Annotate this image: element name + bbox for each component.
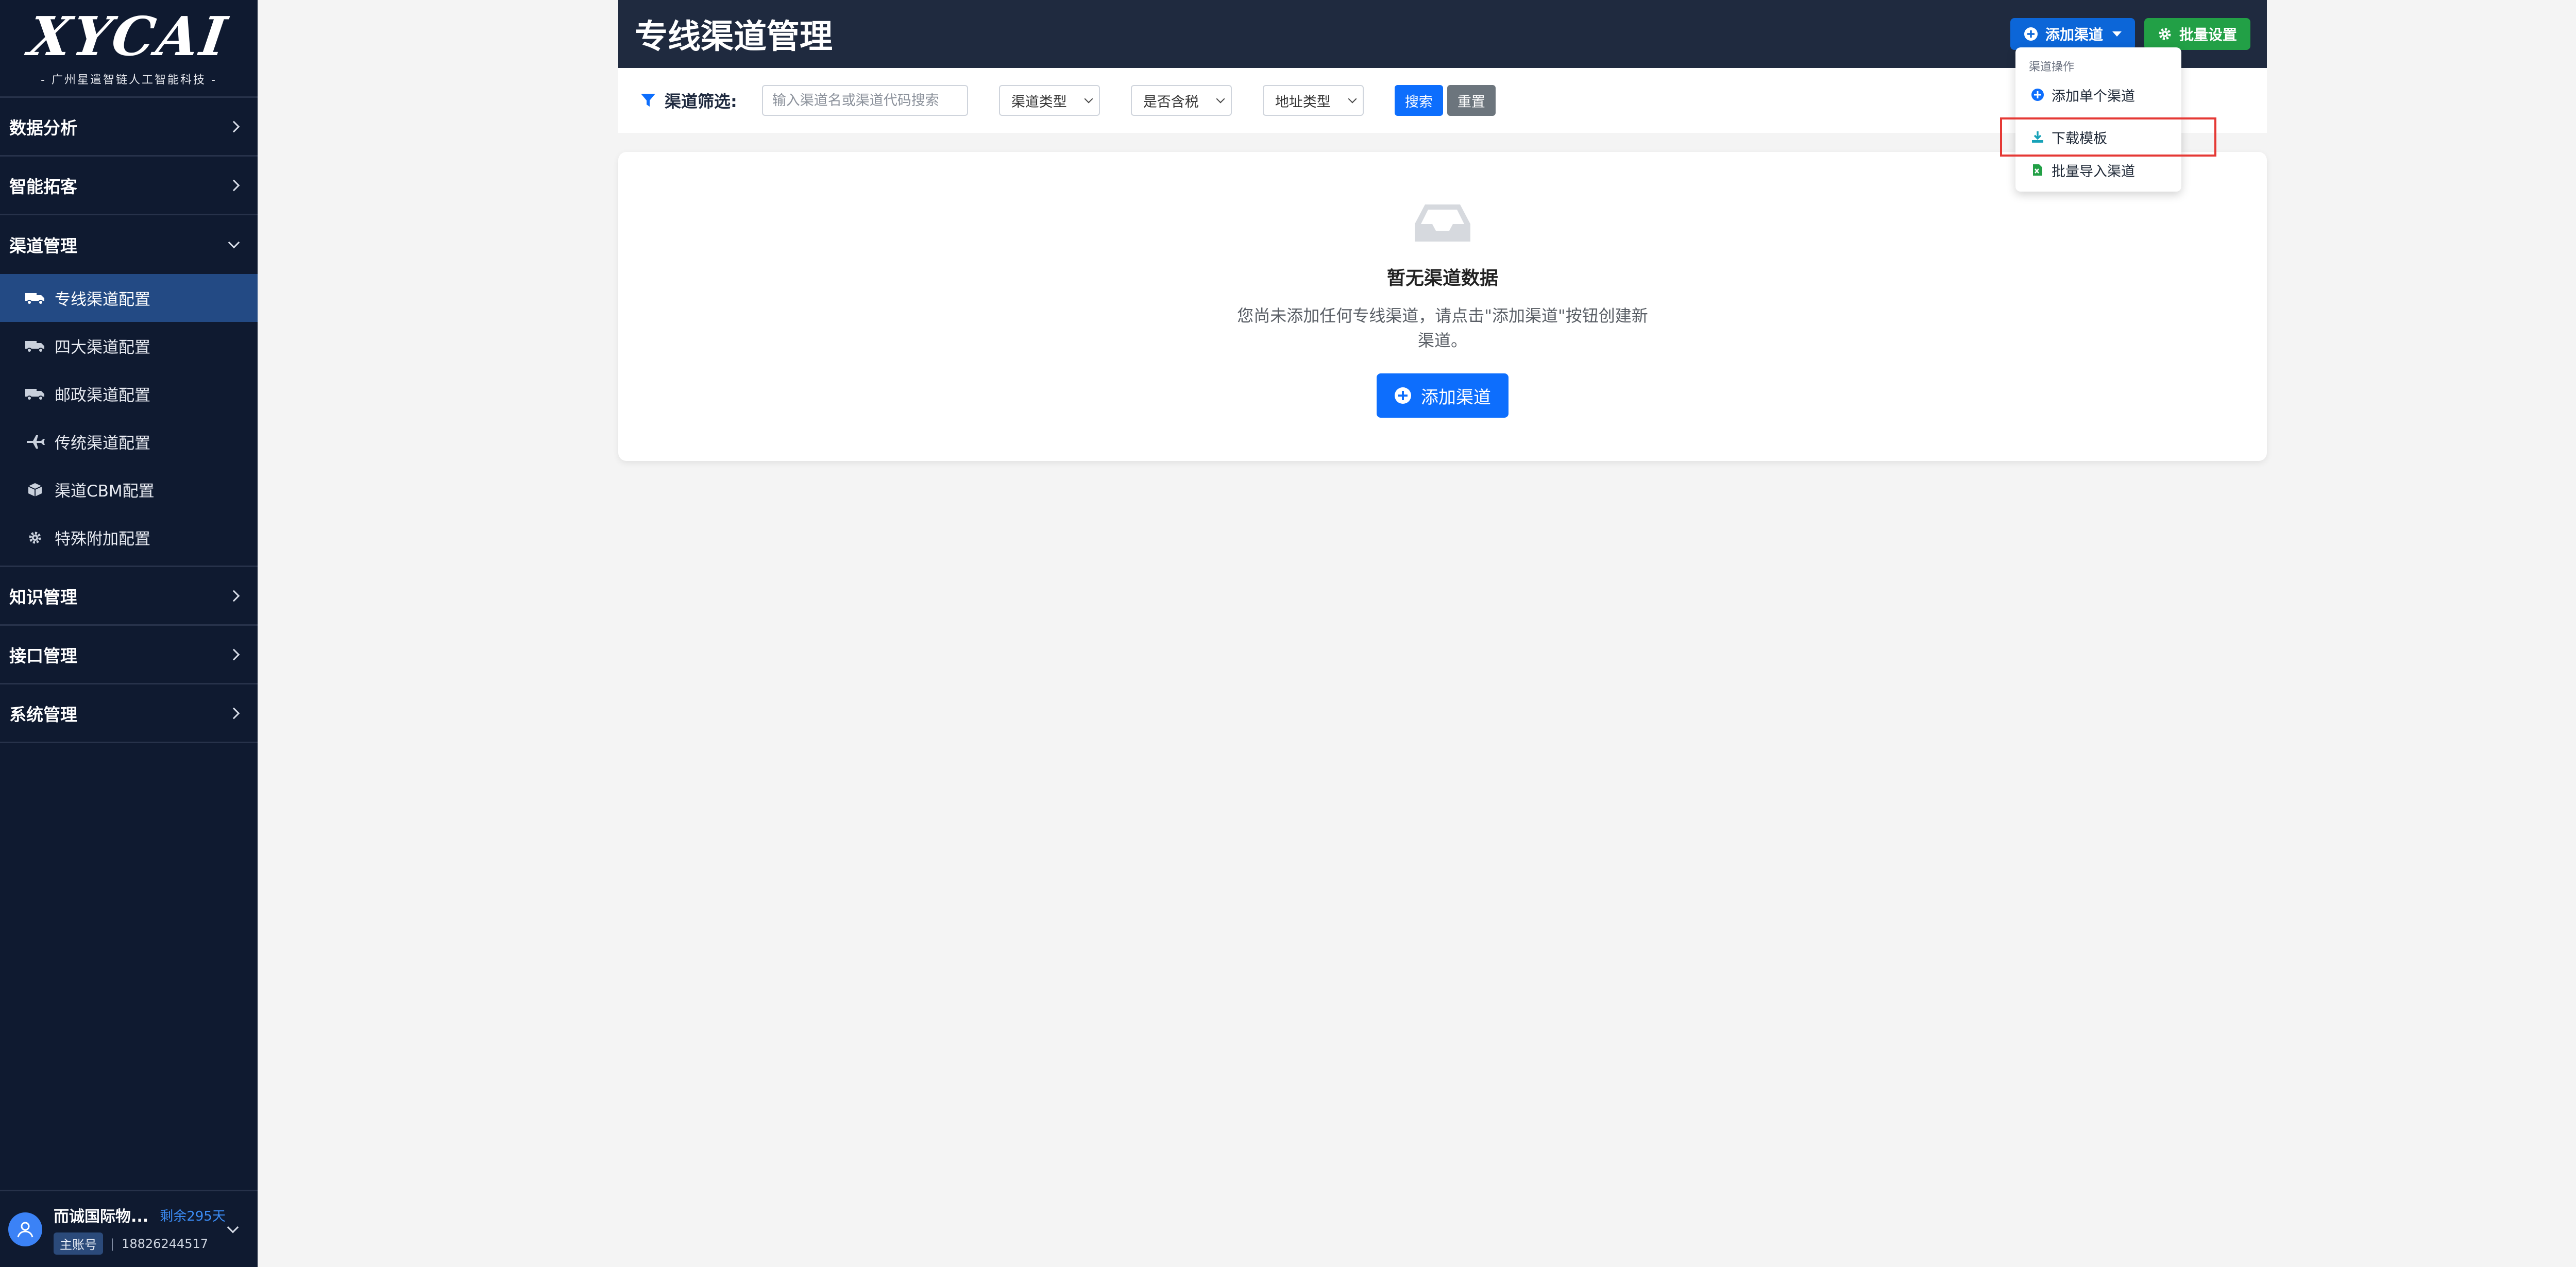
user-phone: 18826244517 [122,1236,209,1251]
nav-group-label: 数据分析 [9,117,77,138]
menu-item-download-template[interactable]: 下载模板 [2015,122,2181,152]
menu-item-label: 添加单个渠道 [2052,88,2135,105]
sidebar-item-label: 专线渠道配置 [55,290,150,309]
nav-group-smart-prospecting[interactable]: 智能拓客 [0,157,258,215]
nav-group-channel-management[interactable]: 渠道管理 [0,215,258,274]
logo-mark: XYCAI [25,4,233,68]
nav-group-label: 接口管理 [9,645,77,666]
download-icon [2032,131,2043,143]
chevron-down-icon [1216,94,1225,104]
sidebar-item-label: 特殊附加配置 [55,530,150,549]
nav-group-label: 智能拓客 [9,176,77,197]
add-channel-dropdown-button[interactable]: 添加渠道 [2010,18,2135,50]
channel-submenu: 专线渠道配置 四大渠道配置 邮政渠道配置 传统渠道配置 渠道CBM配置 特殊附加… [0,274,258,567]
gear-icon [2159,28,2171,40]
page-title: 专线渠道管理 [635,18,833,56]
menu-item-label: 下载模板 [2052,130,2107,147]
nav-group-api[interactable]: 接口管理 [0,626,258,684]
sidebar-item-dedicated-line[interactable]: 专线渠道配置 [0,274,258,322]
sidebar: XYCAI - 广州星遣智链人工智能科技 - 数据分析 智能拓客 渠道管理 专线… [0,0,258,1267]
user-name: 而诚国际物... [54,1208,149,1226]
user-icon [17,1222,33,1237]
chevron-down-icon [1348,94,1357,104]
address-type-select[interactable]: 地址类型 [1262,85,1364,116]
add-channel-button[interactable]: 添加渠道 [1377,373,1509,418]
cube-icon [28,483,42,496]
empty-state-title: 暂无渠道数据 [1386,268,1498,289]
select-value: 地址类型 [1275,94,1331,110]
chevron-down-icon[interactable] [227,1221,239,1233]
chevron-down-icon [228,236,240,249]
filter-label: 渠道筛选: [640,89,737,112]
chevron-right-icon [228,707,240,719]
truck-icon [25,340,44,353]
plane-icon [27,435,45,449]
logo-subtitle: - 广州星遣智链人工智能科技 - [41,73,217,87]
batch-settings-label: 批量设置 [2179,26,2237,43]
reset-button[interactable]: 重置 [1447,85,1496,116]
nav-group-label: 系统管理 [9,704,77,725]
chevron-down-icon [1084,94,1093,104]
gear-icon [29,532,41,543]
nav-group-system[interactable]: 系统管理 [0,684,258,743]
sidebar-item-label: 传统渠道配置 [55,434,150,453]
account-role-badge: 主账号 [54,1232,103,1255]
plus-circle-icon [2031,89,2044,101]
filter-icon [641,94,655,107]
sidebar-item-big-four[interactable]: 四大渠道配置 [0,322,258,370]
chevron-right-icon [228,648,240,660]
menu-item-label: 批量导入渠道 [2052,163,2135,180]
sidebar-item-label: 渠道CBM配置 [55,482,155,501]
excel-import-icon [2033,164,2042,176]
filter-label-text: 渠道筛选: [665,92,737,111]
sidebar-item-label: 四大渠道配置 [55,338,150,357]
channel-actions-dropdown: 渠道操作 添加单个渠道 下载模板 批量导入渠道 [2015,47,2181,192]
chevron-right-icon [228,121,240,132]
plus-circle-icon [1395,387,1411,404]
channel-search-input[interactable] [761,85,968,116]
logo: XYCAI - 广州星遣智链人工智能科技 - [0,0,258,98]
chevron-right-icon [228,590,240,602]
select-value: 渠道类型 [1011,94,1067,110]
truck-icon [25,388,44,401]
batch-settings-button[interactable]: 批量设置 [2144,18,2250,50]
menu-item-add-single-channel[interactable]: 添加单个渠道 [2015,79,2181,110]
empty-state-description: 您尚未添加任何专线渠道，请点击"添加渠道"按钮创建新渠道。 [1237,306,1648,350]
chevron-right-icon [228,179,240,191]
dropdown-header: 渠道操作 [2029,61,2075,74]
divider [2015,117,2181,118]
inbox-icon [1415,204,1470,242]
nav-group-label: 渠道管理 [9,236,77,256]
sidebar-item-label: 邮政渠道配置 [55,386,150,405]
empty-state-card: 暂无渠道数据 您尚未添加任何专线渠道，请点击"添加渠道"按钮创建新渠道。 添加渠… [618,152,2267,461]
avatar [8,1212,42,1246]
channel-type-select[interactable]: 渠道类型 [998,85,1100,116]
caret-down-icon [2112,31,2122,37]
nav-group-data-analysis[interactable]: 数据分析 [0,98,258,157]
sidebar-item-cbm[interactable]: 渠道CBM配置 [0,466,258,513]
separator: | [110,1236,115,1251]
plus-circle-icon [2024,27,2038,41]
subscription-days-left: 剩余295天 [160,1208,226,1224]
select-value: 是否含税 [1143,94,1199,110]
sidebar-item-special-addon[interactable]: 特殊附加配置 [0,513,258,561]
truck-icon [25,293,44,305]
add-channel-label: 添加渠道 [2045,26,2103,43]
tax-included-select[interactable]: 是否含税 [1130,85,1232,116]
sidebar-item-postal[interactable]: 邮政渠道配置 [0,370,258,418]
nav-group-knowledge[interactable]: 知识管理 [0,567,258,626]
search-button[interactable]: 搜索 [1394,85,1443,116]
menu-item-batch-import[interactable]: 批量导入渠道 [2015,155,2181,185]
sidebar-item-traditional[interactable]: 传统渠道配置 [0,418,258,466]
user-account-box[interactable]: 而诚国际物... 剩余295天 主账号 | 18826244517 [0,1190,258,1267]
nav-group-label: 知识管理 [9,587,77,607]
add-channel-button-label: 添加渠道 [1421,387,1491,408]
